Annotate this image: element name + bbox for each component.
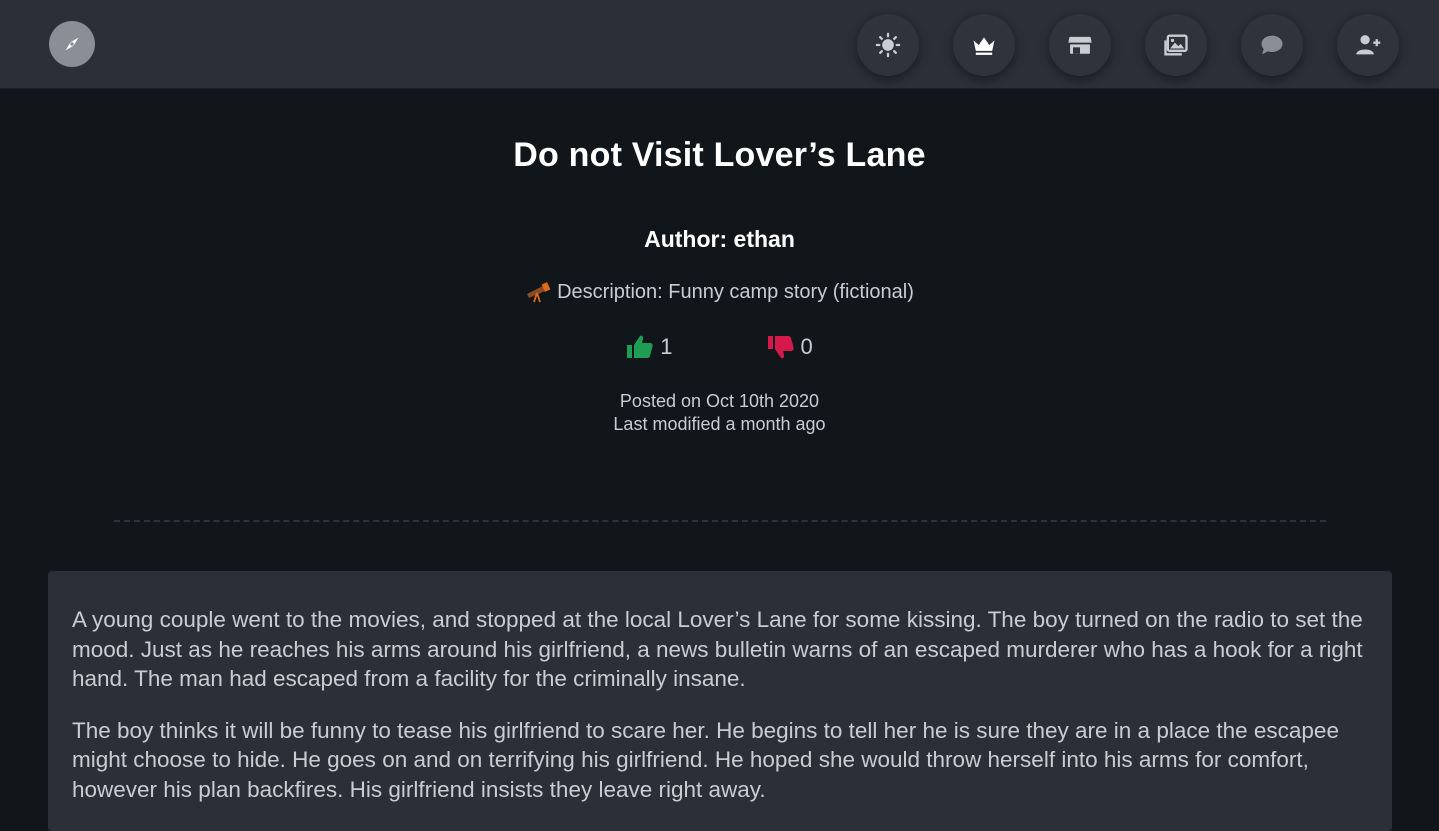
vote-bar: 1 0 (0, 334, 1439, 360)
post-meta: Posted on Oct 10th 2020 Last modified a … (0, 390, 1439, 436)
top-navbar (0, 0, 1439, 89)
chat-icon (1261, 35, 1283, 55)
nav-icon-group (857, 14, 1399, 76)
store-icon (1068, 36, 1092, 54)
post-title: Do not Visit Lover’s Lane (513, 136, 926, 174)
chat-button[interactable] (1241, 14, 1303, 76)
add-user-icon (1356, 35, 1381, 55)
store-button[interactable] (1049, 14, 1111, 76)
thumbs-down-icon (767, 336, 794, 359)
crown-icon (973, 37, 995, 55)
thumbs-up-icon (627, 335, 653, 358)
dislike-button[interactable]: 0 (767, 334, 813, 360)
story-paragraph: The boy thinks it will be funny to tease… (72, 717, 1339, 802)
story-paragraph: A young couple went to the movies, and s… (72, 607, 1363, 691)
section-divider (114, 520, 1326, 522)
leaderboard-button[interactable] (953, 14, 1015, 76)
story-body: A young couple went to the movies, and s… (48, 571, 1392, 831)
posted-date: Posted on Oct 10th 2020 (619, 391, 820, 411)
dislike-count: 0 (800, 334, 813, 359)
gallery-icon (1164, 34, 1188, 56)
like-button[interactable]: 1 (626, 334, 673, 360)
theme-toggle-button[interactable] (857, 14, 919, 76)
like-count: 1 (660, 334, 673, 359)
gallery-button[interactable] (1145, 14, 1207, 76)
compass-logo-icon[interactable] (49, 21, 95, 67)
telescope-icon (527, 282, 551, 303)
post-description: Description: Funny camp story (fictional… (0, 280, 1439, 304)
description-text: Description: Funny camp story (fictional… (557, 280, 914, 303)
add-user-button[interactable] (1337, 14, 1399, 76)
modified-date: Last modified a month ago (613, 414, 826, 434)
sun-icon (875, 32, 901, 58)
post-author: Author: ethan (644, 226, 795, 252)
